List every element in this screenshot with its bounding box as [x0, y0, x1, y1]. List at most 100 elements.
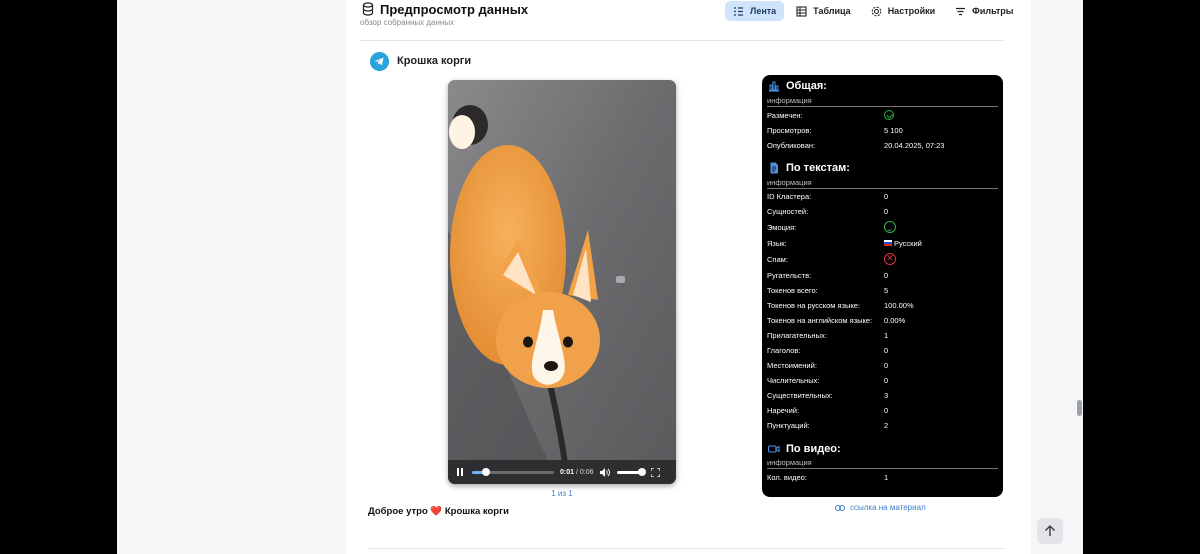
video-time: 0:01 / 0:06 [560, 469, 593, 476]
volume-button[interactable] [599, 466, 611, 478]
volume-slider[interactable] [617, 468, 647, 476]
feed-icon [734, 6, 743, 16]
info-value: 0 [884, 192, 889, 201]
texts-section-title: По текстам: [786, 162, 850, 174]
info-key: Существительных: [767, 391, 833, 400]
info-row-nouns: Существительных: 3 [767, 391, 998, 403]
info-key: Токенов всего: [767, 286, 818, 295]
info-key: Числительных: [767, 376, 820, 385]
info-row-tokens-en: Токенов на английском языке: 0.00% [767, 316, 998, 328]
info-key: Наречий: [767, 406, 800, 415]
material-link-label: ссылка на материал [850, 503, 926, 512]
info-value: 0 [884, 361, 889, 370]
info-value: 0 [884, 346, 889, 355]
tab-filters-label: Фильтры [972, 6, 1014, 16]
info-row-views: Просмотров: 5 100 [767, 126, 998, 138]
post-caption: Доброе утро ❤️ Крошка корги [368, 506, 509, 517]
ru-flag-icon [884, 240, 892, 246]
info-row-entities: Сущностей: 0 [767, 207, 998, 219]
media-pager[interactable]: 1 из 1 [448, 489, 676, 498]
general-section-header: Общая: [768, 80, 827, 92]
info-row-swearing: Ругательств: 0 [767, 271, 998, 283]
check-circle-icon [884, 110, 894, 120]
info-row-punctuation: Пунктуаций: 2 [767, 421, 998, 433]
info-key: Просмотров: [767, 126, 812, 135]
info-key: Прилагательных: [767, 331, 827, 340]
page-title: Предпросмотр данных [380, 2, 529, 17]
info-value: 3 [884, 391, 889, 400]
heart-emoji: ❤️ [430, 506, 443, 517]
video-progress-handle[interactable] [481, 468, 490, 476]
database-icon [362, 2, 374, 16]
arrow-up-icon [1045, 525, 1055, 536]
info-key: Размечен: [767, 111, 803, 120]
info-row-tokens-ru: Токенов на русском языке: 100.00% [767, 301, 998, 313]
post-divider [368, 548, 1004, 549]
document-icon [770, 162, 778, 174]
info-value: 0.00% [884, 316, 906, 325]
tab-feed-label: Лента [750, 6, 777, 16]
caption-text-start: Доброе утро [368, 506, 428, 517]
info-row-adverbs: Наречий: 0 [767, 406, 998, 418]
pause-button[interactable] [454, 466, 466, 478]
info-panel: Общая: информация Размечен: Просмотров: … [762, 75, 1003, 497]
smile-icon [884, 221, 896, 233]
info-value: 0 [884, 207, 889, 216]
info-key: ID Кластера: [767, 192, 812, 201]
info-key: Глаголов: [767, 346, 801, 355]
tab-table[interactable]: Таблица [788, 1, 859, 21]
bar-chart-icon [769, 81, 779, 92]
info-row-adjectives: Прилагательных: 1 [767, 331, 998, 343]
video-section-title: По видео: [786, 443, 841, 455]
info-key: Токенов на английском языке: [767, 316, 873, 325]
scrollbar-thumb[interactable] [1077, 400, 1082, 416]
info-value: 0 [884, 376, 889, 385]
video-current-time: 0:01 [560, 468, 575, 476]
right-gutter [1031, 0, 1083, 554]
info-key: Опубликован: [767, 141, 816, 150]
volume-handle[interactable] [638, 468, 647, 476]
view-tabs: Лента Таблица Настройки Фильтры [725, 1, 1021, 21]
tab-table-label: Таблица [813, 6, 851, 16]
info-value: 2 [884, 421, 889, 430]
video-frame [448, 80, 676, 484]
info-key: Эмоция: [767, 223, 797, 232]
info-value: 5 [884, 286, 889, 295]
info-key: Местоимений: [767, 361, 817, 370]
info-key: Язык: [767, 239, 787, 248]
video-player[interactable]: 0:01 / 0:06 [448, 80, 676, 484]
info-value: Русский [894, 239, 922, 248]
tab-settings-label: Настройки [887, 6, 936, 16]
info-value: 100.00% [884, 301, 914, 310]
tab-feed[interactable]: Лента [725, 1, 785, 21]
header-divider [360, 40, 1004, 41]
info-key: Кол. видео: [767, 473, 807, 482]
scroll-to-top-button[interactable] [1037, 518, 1063, 544]
video-duration: 0:06 [579, 468, 594, 476]
info-value: 1 [884, 473, 889, 482]
info-row-verbs: Глаголов: 0 [767, 346, 998, 358]
info-key: Токенов на русском языке: [767, 301, 861, 310]
info-value: 0 [884, 271, 889, 280]
material-link[interactable]: ссылка на материал [835, 503, 926, 512]
info-value: 0 [884, 406, 889, 415]
tab-filters[interactable]: Фильтры [947, 1, 1021, 21]
general-section-sub: информация [767, 96, 812, 105]
video-section-divider [767, 468, 998, 469]
telegram-icon [370, 52, 389, 71]
video-progress-bar[interactable] [472, 468, 554, 476]
video-section-sub: информация [767, 458, 812, 467]
info-key: Спам: [767, 255, 788, 264]
fullscreen-button[interactable] [649, 466, 661, 478]
video-controls: 0:01 / 0:06 [448, 460, 676, 484]
video-camera-icon [768, 445, 780, 453]
info-value: 20.04.2025, 07:23 [884, 141, 945, 150]
info-row-cluster-id: ID Кластера: 0 [767, 192, 998, 204]
info-key: Сущностей: [767, 207, 809, 216]
channel-name[interactable]: Крошка корги [397, 55, 471, 67]
info-row-video-count: Кол. видео: 1 [767, 473, 998, 485]
tab-settings[interactable]: Настройки [863, 1, 943, 21]
info-row-pronouns: Местоимений: 0 [767, 361, 998, 373]
gear-icon [871, 6, 882, 16]
general-section-title: Общая: [786, 80, 827, 92]
